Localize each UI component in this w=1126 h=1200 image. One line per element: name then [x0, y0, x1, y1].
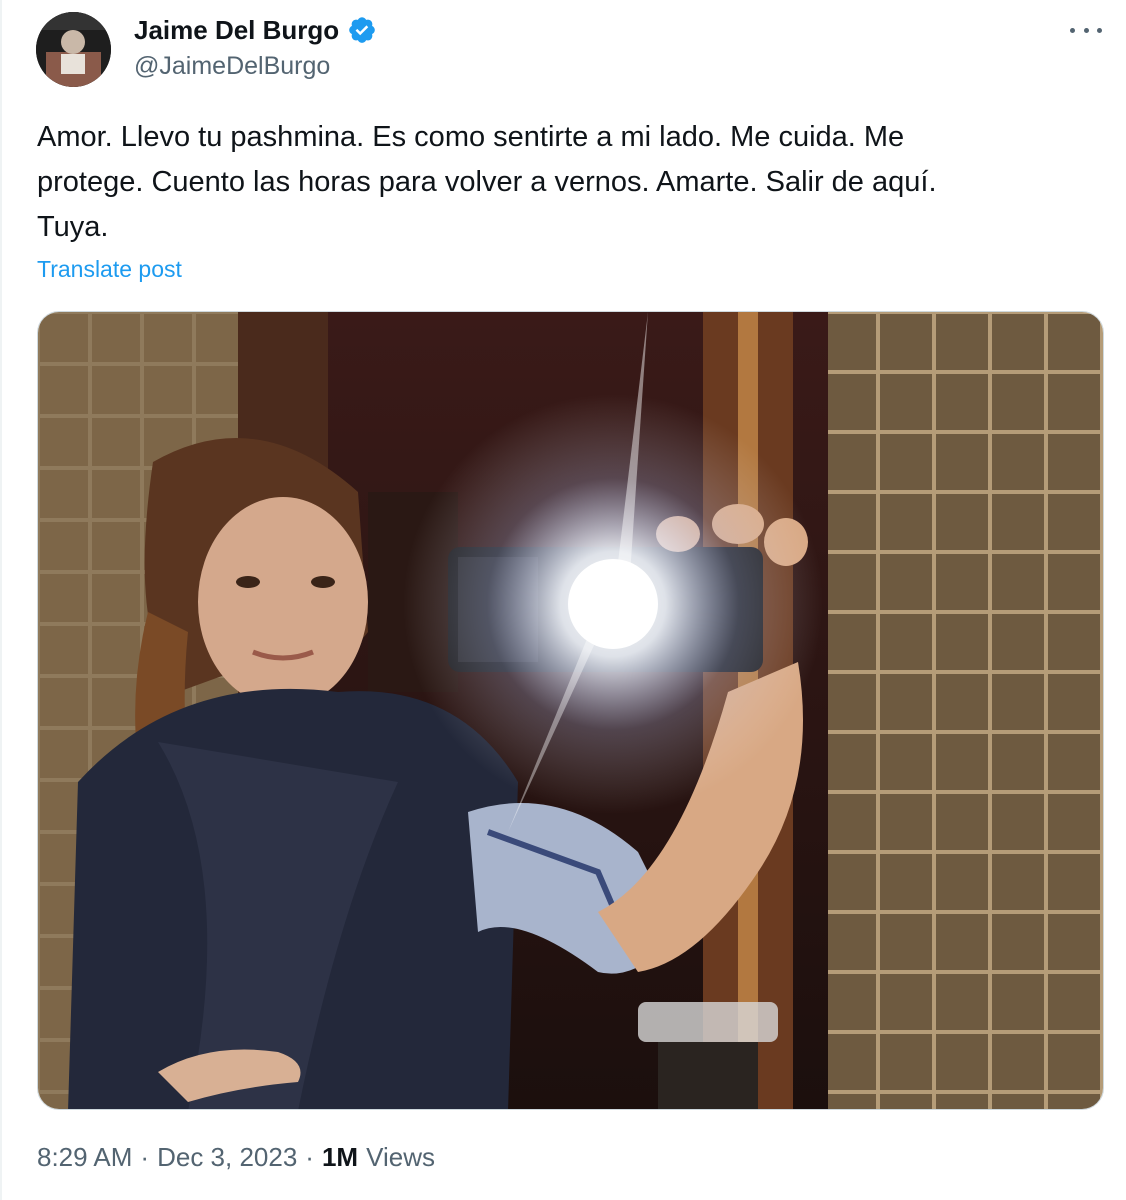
tweet-time[interactable]: 8:29 AM — [37, 1142, 132, 1173]
verified-badge-icon[interactable] — [347, 15, 377, 45]
more-dot-icon — [1070, 27, 1075, 33]
author-handle[interactable]: @JaimeDelBurgo — [134, 52, 377, 81]
tweet-meta: 8:29 AM · Dec 3, 2023 · 1M Views — [37, 1142, 435, 1173]
tweet-date[interactable]: Dec 3, 2023 — [157, 1142, 297, 1173]
mirror-selfie-image — [38, 312, 1103, 1109]
tweet-card: Jaime Del Burgo @JaimeDelBurgo Amor. Lle… — [0, 0, 1126, 1200]
meta-separator: · — [305, 1142, 314, 1172]
meta-separator: · — [140, 1142, 150, 1172]
avatar[interactable] — [36, 12, 111, 87]
avatar-image — [36, 12, 111, 87]
author-name-row: Jaime Del Burgo — [134, 12, 377, 48]
more-dot-icon — [1083, 27, 1089, 33]
author-display-name[interactable]: Jaime Del Burgo — [134, 15, 339, 46]
views-count: 1M — [321, 1142, 359, 1172]
more-dot-icon — [1097, 27, 1102, 33]
tweet-text: Amor. Llevo tu pashmina. Es como sentirt… — [37, 121, 937, 243]
author-info: Jaime Del Burgo @JaimeDelBurgo — [134, 12, 377, 81]
views-label: Views — [366, 1142, 435, 1172]
tweet-photo[interactable] — [37, 311, 1104, 1110]
more-options-button[interactable] — [1070, 18, 1102, 42]
translate-post-link[interactable]: Translate post — [37, 256, 182, 283]
